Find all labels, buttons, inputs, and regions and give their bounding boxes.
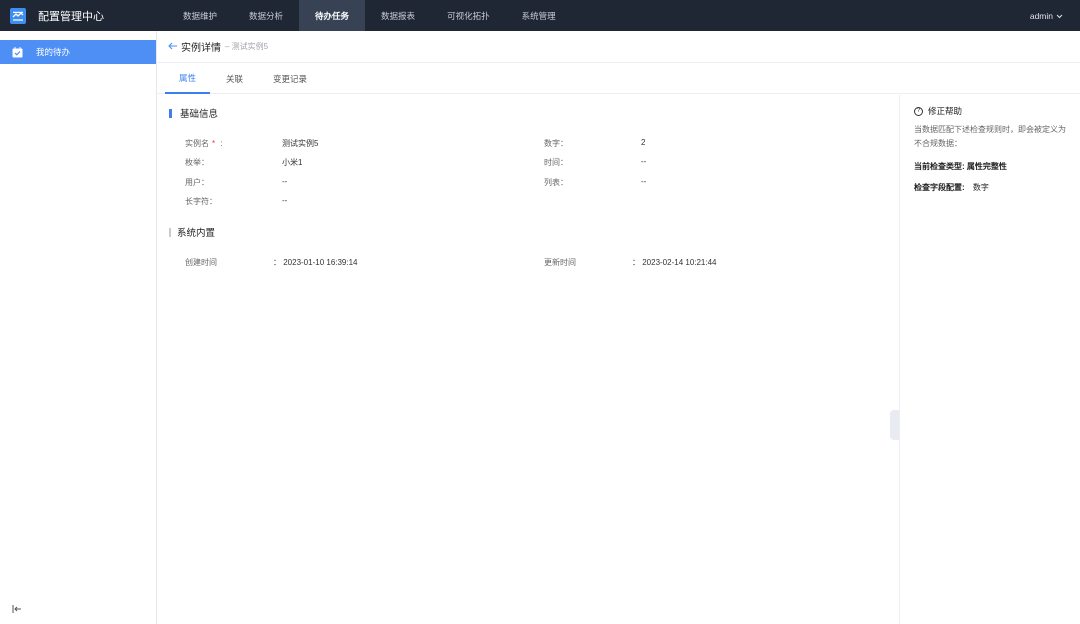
help-panel: ? 修正帮助 当数据匹配下述检查规则时，即会被定义为不合规数据： 当前检查类型:… bbox=[899, 95, 1080, 624]
tab-change-log[interactable]: 变更记录 bbox=[259, 64, 321, 94]
field-value-number: 2 bbox=[641, 138, 646, 147]
chevron-down-icon bbox=[1056, 11, 1063, 21]
section-title-text: 系统内置 bbox=[177, 228, 216, 239]
field-value-longchar: -- bbox=[282, 196, 288, 205]
field-value-user: -- bbox=[282, 177, 288, 186]
help-check-field: 检查字段配置: 数字 bbox=[914, 182, 1066, 193]
section-system-builtin: 系统内置 bbox=[169, 225, 215, 239]
user-name: admin bbox=[1029, 10, 1053, 21]
page-subtitle: – 测试实例5 bbox=[225, 42, 269, 51]
detail-tabs: 属性 关联 变更记录 bbox=[157, 64, 1080, 94]
field-label-user: 用户： bbox=[185, 178, 209, 187]
field-label-number: 数字： bbox=[544, 139, 568, 148]
field-label-time: 时间： bbox=[544, 158, 568, 167]
app-logo-icon bbox=[10, 7, 26, 24]
help-check-type: 当前检查类型: 属性完整性 bbox=[914, 161, 1066, 172]
required-mark: * bbox=[212, 139, 216, 148]
field-value-created-time: ： 2023-01-10 16:39:14 bbox=[273, 258, 358, 267]
section-title-text: 基础信息 bbox=[180, 109, 219, 120]
back-arrow-icon[interactable] bbox=[168, 41, 178, 53]
page-title: 实例详情 bbox=[181, 43, 221, 54]
section-marker bbox=[169, 108, 172, 118]
field-label-updated-time: 更新时间 bbox=[544, 258, 576, 267]
sidebar-item-label: 我的待办 bbox=[36, 47, 71, 57]
field-label-longchar: 长字符： bbox=[185, 197, 217, 206]
brand[interactable]: 配置管理中心 bbox=[0, 0, 157, 31]
main-nav: 数据维护 数据分析 待办任务 数据报表 可视化拓扑 系统管理 bbox=[167, 0, 572, 31]
tab-attributes[interactable]: 属性 bbox=[165, 64, 211, 94]
help-description: 当数据匹配下述检查规则时，即会被定义为不合规数据： bbox=[914, 125, 1066, 148]
page-header: 实例详情 – 测试实例5 bbox=[157, 31, 1080, 63]
question-circle-icon: ? bbox=[914, 106, 923, 116]
field-label-instance-name: 实例名 * : bbox=[185, 139, 223, 148]
field-label-created-time: 创建时间 bbox=[185, 258, 217, 267]
check-type-label: 当前检查类型: bbox=[914, 162, 965, 171]
field-colon: : bbox=[220, 139, 223, 148]
nav-item-data-analysis[interactable]: 数据分析 bbox=[233, 0, 299, 31]
section-marker bbox=[169, 227, 171, 237]
nav-item-topology[interactable]: 可视化拓扑 bbox=[431, 0, 506, 31]
nav-item-data-reports[interactable]: 数据报表 bbox=[365, 0, 431, 31]
field-value-time: -- bbox=[641, 157, 647, 166]
app-title: 配置管理中心 bbox=[38, 10, 104, 23]
field-value-instance-name: 测试实例5 bbox=[282, 139, 319, 148]
field-value-updated-time: ： 2023-02-14 10:21:44 bbox=[632, 258, 717, 267]
field-value-enum: 小米1 bbox=[282, 158, 303, 167]
field-label-enum: 枚举： bbox=[185, 158, 209, 167]
collapse-sidebar-icon[interactable] bbox=[12, 605, 22, 616]
help-title: ? 修正帮助 bbox=[914, 105, 1066, 117]
sidebar: 我的待办 bbox=[0, 31, 157, 624]
nav-item-todo-tasks[interactable]: 待办任务 bbox=[299, 0, 366, 31]
nav-item-data-maintenance[interactable]: 数据维护 bbox=[167, 0, 233, 31]
main-panel: 实例详情 – 测试实例5 属性 关联 变更记录 基础信息 实例名 * : 测试实例… bbox=[157, 31, 1080, 624]
help-title-text: 修正帮助 bbox=[928, 106, 963, 116]
tab-relations[interactable]: 关联 bbox=[212, 64, 257, 94]
check-field-value: 数字 bbox=[972, 183, 989, 192]
top-navbar: 配置管理中心 数据维护 数据分析 待办任务 数据报表 可视化拓扑 系统管理 ad… bbox=[0, 0, 1080, 31]
calendar-check-icon bbox=[12, 46, 23, 58]
sidebar-item-my-todo[interactable]: 我的待办 bbox=[0, 40, 156, 64]
field-value-list: -- bbox=[641, 177, 647, 186]
field-label-list: 列表： bbox=[544, 178, 568, 187]
attributes-content: 基础信息 实例名 * : 测试实例5 枚举： 小米1 用户： -- 长字符： --… bbox=[157, 95, 900, 624]
check-field-label: 检查字段配置: bbox=[914, 183, 965, 192]
nav-item-system-admin[interactable]: 系统管理 bbox=[506, 0, 572, 31]
section-basic-info: 基础信息 bbox=[169, 106, 218, 120]
check-type-value: 属性完整性 bbox=[966, 162, 1007, 171]
user-menu[interactable]: admin bbox=[1030, 11, 1063, 21]
